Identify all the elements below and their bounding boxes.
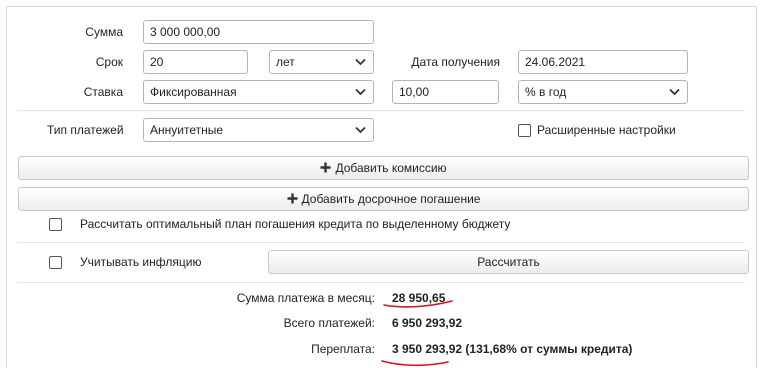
red-underline-overpay [381,360,449,367]
red-underline-monthly [383,300,453,308]
annotation-overlay [381,300,453,367]
